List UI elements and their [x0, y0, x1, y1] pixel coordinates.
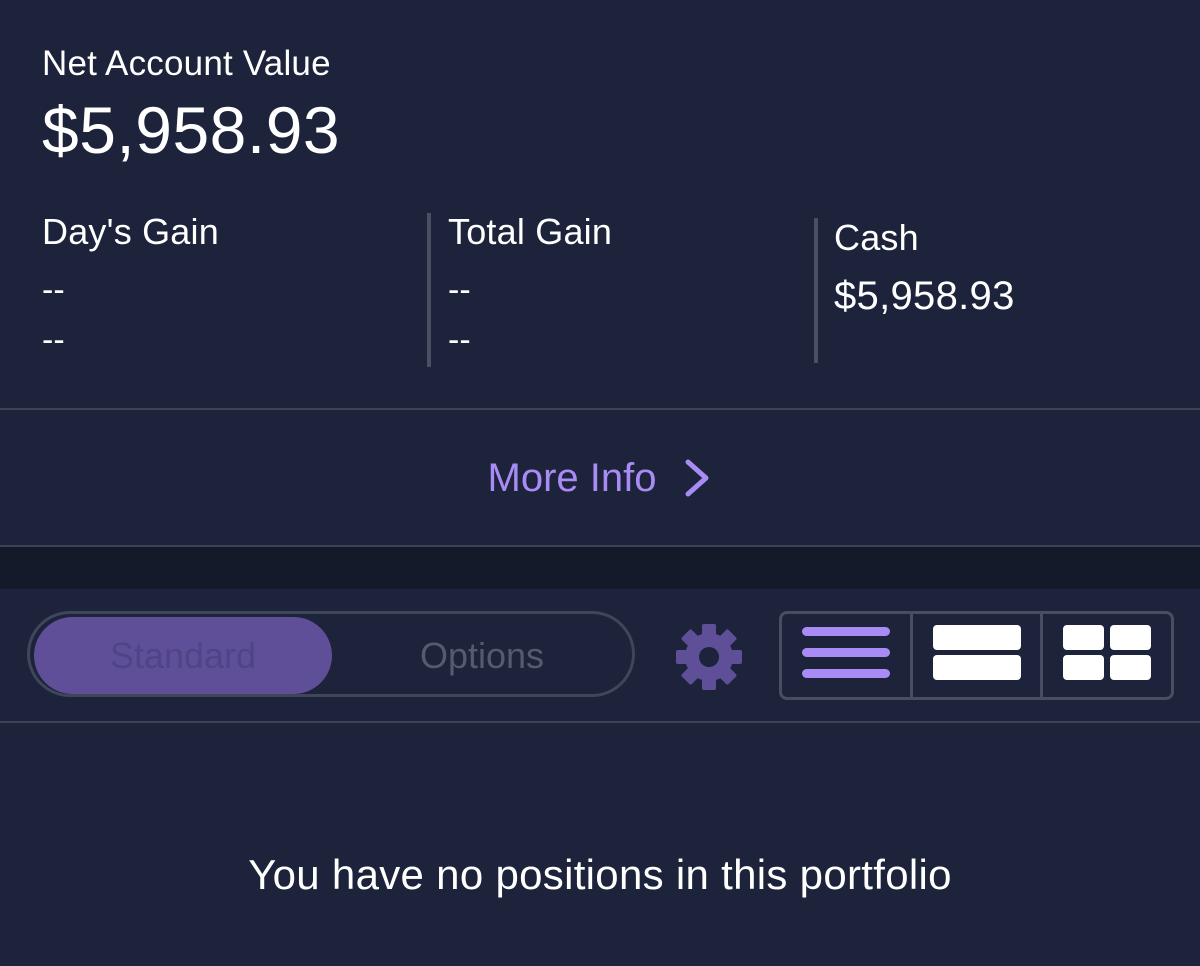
chevron-right-icon — [682, 458, 712, 498]
grid-view-icon — [1063, 625, 1152, 686]
total-gain-value: -- — [448, 271, 471, 309]
net-account-value-label: Net Account Value — [42, 44, 331, 83]
total-gain-percent: -- — [448, 321, 471, 359]
cash-value: $5,958.93 — [834, 274, 1015, 318]
cash-stat: Cash $5,958.93 — [834, 216, 1015, 320]
stat-divider — [427, 213, 431, 367]
total-gain-stat: Total Gain -- -- — [448, 210, 612, 360]
days-gain-label: Day's Gain — [42, 211, 219, 252]
rows-view-button[interactable] — [909, 614, 1041, 697]
empty-positions-message: You have no positions in this portfolio — [248, 851, 952, 898]
more-info-link[interactable]: More Info — [0, 448, 1200, 508]
tab-standard[interactable]: Standard — [34, 617, 332, 694]
divider — [0, 408, 1200, 410]
days-gain-value: -- — [42, 271, 65, 309]
gear-icon[interactable] — [674, 624, 744, 690]
grid-view-button[interactable] — [1040, 614, 1171, 697]
days-gain-stat: Day's Gain -- -- — [42, 210, 219, 360]
rows-view-icon — [932, 625, 1021, 686]
days-gain-percent: -- — [42, 321, 65, 359]
section-separator — [0, 547, 1200, 589]
cash-label: Cash — [834, 217, 919, 258]
list-view-button[interactable] — [782, 614, 910, 697]
divider — [0, 721, 1200, 723]
more-info-label: More Info — [487, 455, 657, 500]
view-mode-toggle — [779, 611, 1174, 700]
tab-options[interactable]: Options — [332, 617, 632, 694]
total-gain-label: Total Gain — [448, 211, 613, 252]
stat-divider — [814, 218, 818, 363]
net-account-value: $5,958.93 — [42, 93, 341, 167]
list-view-icon — [801, 625, 890, 686]
